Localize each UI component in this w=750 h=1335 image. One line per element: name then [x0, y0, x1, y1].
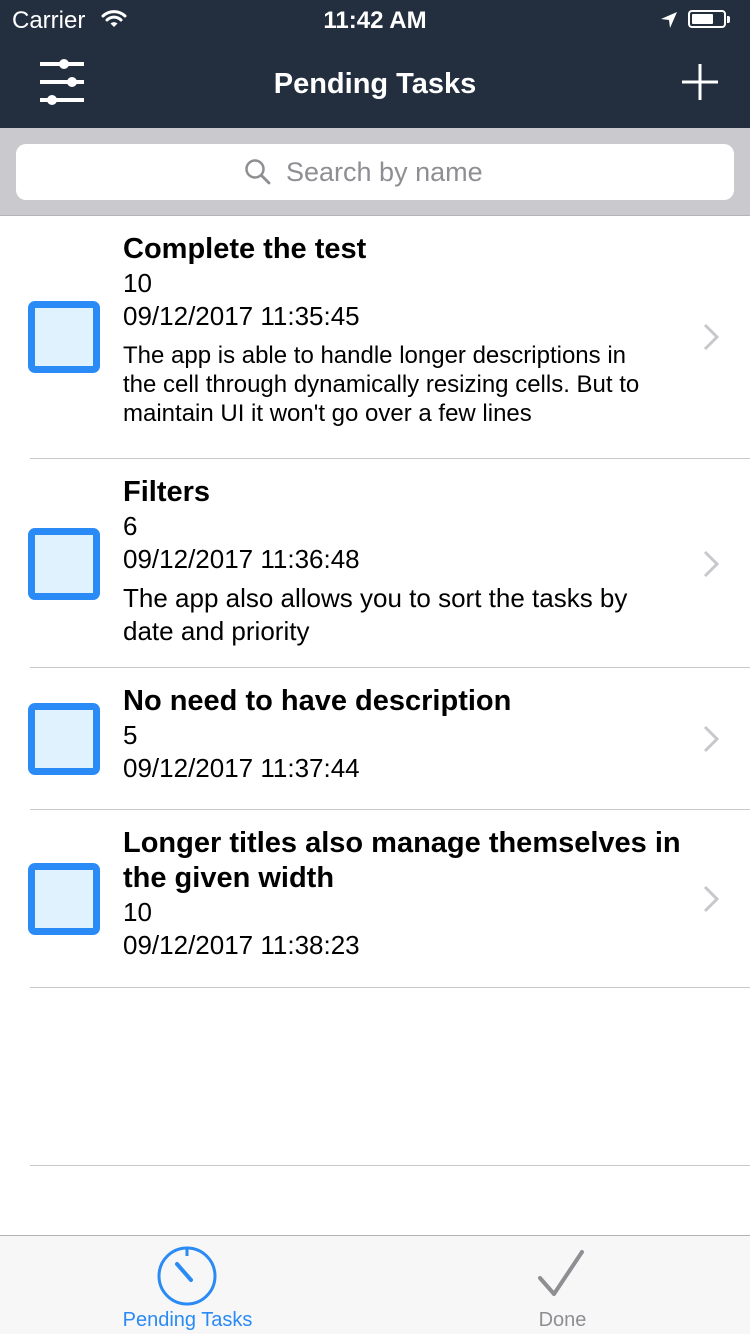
task-row[interactable]: Complete the test 10 09/12/2017 11:35:45… — [0, 216, 750, 459]
task-priority: 6 — [123, 511, 138, 541]
location-arrow-icon — [661, 12, 677, 28]
task-title: Longer titles also manage themselves in … — [123, 827, 681, 894]
task-description: The app is able to handle longer descrip… — [123, 342, 640, 427]
chevron-right-icon — [703, 550, 719, 578]
task-description: The app also allows you to sort the task… — [123, 583, 628, 646]
search-inner — [16, 144, 734, 200]
tab-done[interactable]: Done — [375, 1236, 750, 1335]
task-content: Longer titles also manage themselves in … — [123, 826, 693, 962]
tab-pending-tasks-label: Pending Tasks — [122, 1309, 253, 1331]
task-row[interactable]: Longer titles also manage themselves in … — [0, 810, 750, 988]
timer-icon — [157, 1246, 217, 1306]
battery-nub — [727, 16, 730, 23]
task-checkbox[interactable] — [28, 703, 100, 775]
task-checkbox[interactable] — [28, 301, 100, 373]
task-list: Complete the test 10 09/12/2017 11:35:45… — [0, 216, 750, 988]
search-input[interactable] — [286, 156, 506, 188]
header: Carrier 11:42 AM Pending Tasks — [0, 0, 750, 128]
tab-bar: Pending Tasks Done — [0, 1235, 750, 1334]
task-date: 09/12/2017 11:36:48 — [123, 544, 360, 574]
plus-icon[interactable] — [676, 58, 724, 106]
task-title: No need to have description — [123, 685, 512, 717]
search-field[interactable] — [16, 144, 734, 200]
chevron-right-icon — [703, 725, 719, 753]
task-priority: 5 — [123, 720, 138, 750]
row-separator — [30, 987, 750, 988]
task-content: Filters 6 09/12/2017 11:36:48 The app al… — [123, 475, 693, 648]
task-date: 09/12/2017 11:35:45 — [123, 301, 360, 331]
task-priority: 10 — [123, 897, 152, 927]
status-bar: Carrier 11:42 AM — [0, 0, 750, 40]
navigation-bar: Pending Tasks — [0, 40, 750, 128]
task-row[interactable]: No need to have description 5 09/12/2017… — [0, 668, 750, 810]
empty-row-separator — [30, 1165, 750, 1166]
task-date: 09/12/2017 11:37:44 — [123, 753, 360, 783]
page-title: Pending Tasks — [273, 68, 477, 100]
status-time: 11:42 AM — [323, 7, 427, 34]
search-icon — [245, 159, 271, 185]
task-content: Complete the test 10 09/12/2017 11:35:45… — [123, 232, 693, 428]
task-content: No need to have description 5 09/12/2017… — [123, 684, 693, 785]
task-title: Complete the test — [123, 233, 367, 265]
chevron-right-icon — [703, 885, 719, 913]
task-row[interactable]: Filters 6 09/12/2017 11:36:48 The app al… — [0, 459, 750, 668]
task-checkbox[interactable] — [28, 863, 100, 935]
task-date: 09/12/2017 11:38:23 — [123, 930, 360, 960]
search-bar — [0, 128, 750, 216]
task-priority: 10 — [123, 268, 152, 298]
battery-icon — [688, 10, 732, 30]
tab-pending-tasks[interactable]: Pending Tasks — [0, 1236, 375, 1335]
task-checkbox[interactable] — [28, 528, 100, 600]
checkmark-icon — [538, 1250, 584, 1296]
battery-level — [692, 14, 713, 24]
chevron-right-icon — [703, 323, 719, 351]
task-title: Filters — [123, 476, 211, 508]
tab-done-label: Done — [538, 1309, 587, 1331]
